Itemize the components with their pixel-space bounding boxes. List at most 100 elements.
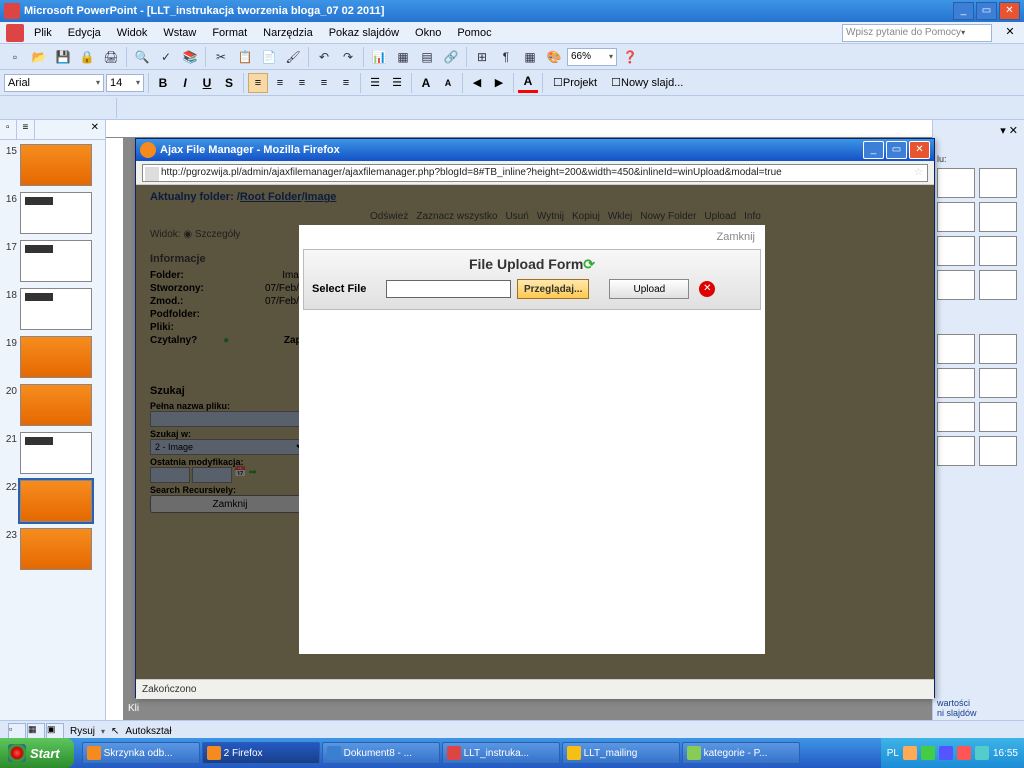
- layout-thumb[interactable]: [979, 334, 1017, 364]
- t3-14[interactable]: [297, 98, 317, 118]
- hyperlink-icon[interactable]: 🔗: [440, 46, 462, 68]
- slide-thumbnail[interactable]: [20, 336, 92, 378]
- help-icon[interactable]: ❓: [619, 46, 641, 68]
- refresh-icon[interactable]: ⟳: [583, 256, 595, 272]
- start-button[interactable]: Start: [0, 738, 74, 768]
- layout-thumb[interactable]: [979, 402, 1017, 432]
- bold-button[interactable]: B: [153, 73, 173, 93]
- tray-icon[interactable]: [957, 746, 971, 760]
- layout-thumb[interactable]: [979, 270, 1017, 300]
- t3-4[interactable]: [70, 98, 90, 118]
- italic-button[interactable]: I: [175, 73, 195, 93]
- t3-2[interactable]: [26, 98, 46, 118]
- undo-icon[interactable]: ↶: [313, 46, 335, 68]
- research-icon[interactable]: 📚: [179, 46, 201, 68]
- minimize-button[interactable]: _: [953, 2, 974, 20]
- color-icon[interactable]: 🎨: [543, 46, 565, 68]
- ff-close-button[interactable]: ✕: [909, 141, 930, 159]
- distributed-button[interactable]: ≡: [336, 73, 356, 93]
- taskbar-item[interactable]: Dokument8 - ...: [322, 742, 440, 764]
- upload-button[interactable]: Upload: [609, 279, 689, 299]
- t3-9[interactable]: [187, 98, 207, 118]
- t3-5[interactable]: [92, 98, 112, 118]
- ff-minimize-button[interactable]: _: [863, 141, 884, 159]
- nowy-slajd-button[interactable]: ☐ Nowy slajd...: [605, 73, 689, 93]
- bookmark-star-icon[interactable]: ☆: [914, 167, 923, 178]
- taskbar-item[interactable]: LLT_instruka...: [442, 742, 560, 764]
- t3-13[interactable]: [275, 98, 295, 118]
- t3-7[interactable]: [143, 98, 163, 118]
- tray-icon[interactable]: [903, 746, 917, 760]
- menu-widok[interactable]: Widok: [111, 25, 154, 41]
- t3-10[interactable]: [209, 98, 229, 118]
- cancel-icon[interactable]: ✕: [699, 281, 715, 297]
- cut-icon[interactable]: ✂: [210, 46, 232, 68]
- expand-icon[interactable]: ⊞: [471, 46, 493, 68]
- layout-thumb[interactable]: [979, 202, 1017, 232]
- layout-thumb[interactable]: [937, 436, 975, 466]
- align-right-button[interactable]: ≡: [292, 73, 312, 93]
- taskbar-item[interactable]: Skrzynka odb...: [82, 742, 200, 764]
- paste-icon[interactable]: 📄: [258, 46, 280, 68]
- tables-borders-icon[interactable]: ▤: [416, 46, 438, 68]
- print-preview-icon[interactable]: 🔍: [131, 46, 153, 68]
- rysuj-button[interactable]: Rysuj: [70, 726, 95, 737]
- font-dropdown[interactable]: Arial▾: [4, 74, 104, 92]
- lang-indicator[interactable]: PL: [887, 748, 899, 759]
- t3-6[interactable]: [121, 98, 141, 118]
- taskbar-item[interactable]: 2 Firefox: [202, 742, 320, 764]
- show-formatting-icon[interactable]: ¶: [495, 46, 517, 68]
- t3-8[interactable]: [165, 98, 185, 118]
- task-pane-controls[interactable]: ▾ ✕: [1000, 124, 1018, 137]
- table-icon[interactable]: ▦: [392, 46, 414, 68]
- slide-thumbnail[interactable]: [20, 528, 92, 570]
- menu-wstaw[interactable]: Wstaw: [157, 25, 202, 41]
- ff-maximize-button[interactable]: ▭: [886, 141, 907, 159]
- align-left-button[interactable]: ≡: [248, 73, 268, 93]
- underline-button[interactable]: U: [197, 73, 217, 93]
- menu-format[interactable]: Format: [206, 25, 253, 41]
- slide-thumbnail[interactable]: [20, 288, 92, 330]
- browse-button[interactable]: Przeglądaj...: [517, 279, 589, 299]
- zoom-dropdown[interactable]: 66%▾: [567, 48, 617, 66]
- close-button[interactable]: ✕: [999, 2, 1020, 20]
- layout-thumb[interactable]: [979, 236, 1017, 266]
- slideshow-view-button[interactable]: ▣: [46, 723, 64, 739]
- shadow-button[interactable]: S: [219, 73, 239, 93]
- increase-indent-button[interactable]: ▶: [489, 73, 509, 93]
- slide-thumbnail[interactable]: [20, 192, 92, 234]
- decrease-font-button[interactable]: A: [438, 73, 458, 93]
- normal-view-button[interactable]: ▫: [8, 723, 26, 739]
- url-input[interactable]: http://pgrozwija.pl/admin/ajaxfilemanage…: [142, 164, 928, 182]
- help-search-box[interactable]: Wpisz pytanie do Pomocy▾: [842, 24, 992, 42]
- tray-icon[interactable]: [975, 746, 989, 760]
- layout-thumb[interactable]: [937, 402, 975, 432]
- copy-icon[interactable]: 📋: [234, 46, 256, 68]
- t3-3[interactable]: [48, 98, 68, 118]
- autoksztalty-button[interactable]: Autokształ: [125, 726, 171, 737]
- modal-close-link[interactable]: Zamknij: [299, 225, 765, 249]
- layout-thumb[interactable]: [937, 168, 975, 198]
- redo-icon[interactable]: ↷: [337, 46, 359, 68]
- projekt-button[interactable]: ☐ Projekt: [547, 73, 603, 93]
- layout-thumb[interactable]: [937, 368, 975, 398]
- slide-thumbnail[interactable]: [20, 432, 92, 474]
- t3-12[interactable]: [253, 98, 273, 118]
- menu-plik[interactable]: Plik: [28, 25, 58, 41]
- font-size-dropdown[interactable]: 14▾: [106, 74, 144, 92]
- save-icon[interactable]: 💾: [52, 46, 74, 68]
- doc-close-button[interactable]: ✕: [1002, 25, 1018, 41]
- sorter-view-button[interactable]: ▦: [27, 723, 45, 739]
- open-icon[interactable]: 📂: [28, 46, 50, 68]
- font-color-button[interactable]: A: [518, 73, 538, 93]
- menu-narzedzia[interactable]: Narzędzia: [257, 25, 319, 41]
- decrease-indent-button[interactable]: ◀: [467, 73, 487, 93]
- layout-thumb[interactable]: [937, 236, 975, 266]
- print-icon[interactable]: 🖨: [100, 46, 122, 68]
- align-justify-button[interactable]: ≡: [314, 73, 334, 93]
- format-painter-icon[interactable]: 🖌: [282, 46, 304, 68]
- bullets-button[interactable]: ☰: [387, 73, 407, 93]
- numbering-button[interactable]: ☰: [365, 73, 385, 93]
- slide-thumbnail[interactable]: [20, 480, 92, 522]
- outline-tab[interactable]: ≡: [17, 120, 36, 139]
